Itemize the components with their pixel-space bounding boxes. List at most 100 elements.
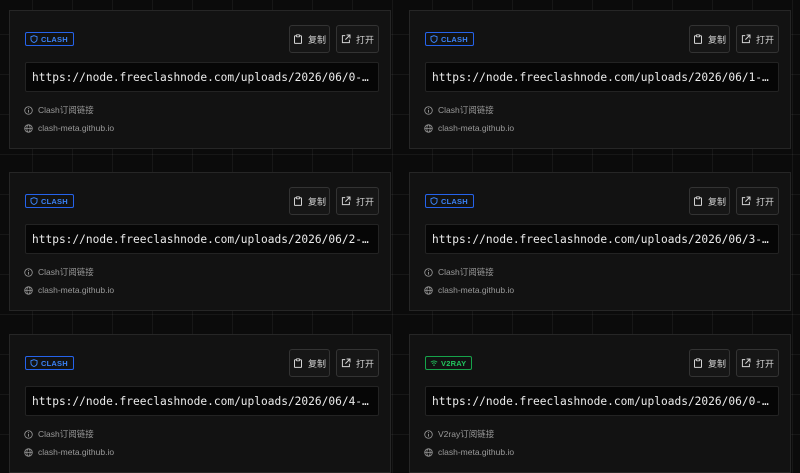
subscription-url-field[interactable]: https://node.freeclashnode.com/uploads/2… xyxy=(25,62,379,92)
subscription-url-field[interactable]: https://node.freeclashnode.com/uploads/2… xyxy=(425,386,779,416)
clash-badge: CLASH xyxy=(425,32,474,46)
globe-icon xyxy=(424,123,433,133)
subscription-url-field[interactable]: https://node.freeclashnode.com/uploads/2… xyxy=(425,62,779,92)
copy-label: 复制 xyxy=(307,196,326,207)
globe-icon xyxy=(24,123,33,133)
subscription-card: CLASH 复制 打开 https://node.freeclashnode.c… xyxy=(409,172,791,311)
external-link-icon xyxy=(341,34,351,44)
external-link-icon xyxy=(741,358,751,368)
external-link-icon xyxy=(741,34,751,44)
subscription-card: CLASH 复制 打开 https://node.freeclashnode.c… xyxy=(9,334,391,473)
description-text: Clash订阅链接 xyxy=(38,105,94,115)
v2ray-badge: V2RAY xyxy=(425,356,473,370)
wifi-icon xyxy=(430,360,438,366)
clipboard-icon xyxy=(693,358,702,368)
clash-badge: CLASH xyxy=(25,194,74,208)
description-text: Clash订阅链接 xyxy=(38,429,94,439)
subscription-description: Clash订阅链接 xyxy=(424,266,494,278)
subscription-card: CLASH 复制 打开 https://node.freeclashnode.c… xyxy=(409,10,791,149)
host-text: clash-meta.github.io xyxy=(38,285,115,295)
open-button[interactable]: 打开 xyxy=(336,25,379,53)
info-icon xyxy=(24,429,33,439)
subscription-description: Clash订阅链接 xyxy=(24,104,94,116)
copy-label: 复制 xyxy=(707,196,726,207)
shield-icon xyxy=(30,197,38,205)
subscription-card: V2RAY 复制 打开 https://node.freeclashnode.c… xyxy=(409,334,791,473)
badge-label: CLASH xyxy=(41,34,68,44)
copy-button[interactable]: 复制 xyxy=(689,187,730,215)
external-link-icon xyxy=(341,196,351,206)
badge-label: CLASH xyxy=(441,196,468,206)
copy-label: 复制 xyxy=(307,358,326,369)
subscription-description: Clash订阅链接 xyxy=(24,266,94,278)
subscription-url-field[interactable]: https://node.freeclashnode.com/uploads/2… xyxy=(25,224,379,254)
subscription-url: https://node.freeclashnode.com/uploads/2… xyxy=(432,70,772,84)
shield-icon xyxy=(30,35,38,43)
open-label: 打开 xyxy=(755,196,774,207)
clipboard-icon xyxy=(293,34,302,44)
open-label: 打开 xyxy=(755,358,774,369)
host-text: clash-meta.github.io xyxy=(438,123,515,133)
copy-button[interactable]: 复制 xyxy=(289,349,330,377)
open-label: 打开 xyxy=(755,34,774,45)
open-button[interactable]: 打开 xyxy=(736,187,779,215)
badge-label: CLASH xyxy=(41,358,68,368)
clash-badge: CLASH xyxy=(25,356,74,370)
clipboard-icon xyxy=(693,34,702,44)
clash-badge: CLASH xyxy=(25,32,74,46)
copy-button[interactable]: 复制 xyxy=(689,25,730,53)
info-icon xyxy=(24,105,33,115)
info-icon xyxy=(424,105,433,115)
description-text: Clash订阅链接 xyxy=(438,267,494,277)
subscription-card: CLASH 复制 打开 https://node.freeclashnode.c… xyxy=(9,10,391,149)
open-label: 打开 xyxy=(355,34,374,45)
description-text: Clash订阅链接 xyxy=(38,267,94,277)
subscription-url: https://node.freeclashnode.com/uploads/2… xyxy=(32,232,372,246)
open-button[interactable]: 打开 xyxy=(736,25,779,53)
info-icon xyxy=(424,267,433,277)
globe-icon xyxy=(24,285,33,295)
open-button[interactable]: 打开 xyxy=(336,349,379,377)
clipboard-icon xyxy=(293,358,302,368)
copy-button[interactable]: 复制 xyxy=(289,187,330,215)
subscription-description: Clash订阅链接 xyxy=(24,428,94,440)
copy-button[interactable]: 复制 xyxy=(289,25,330,53)
open-label: 打开 xyxy=(355,358,374,369)
subscription-url: https://node.freeclashnode.com/uploads/2… xyxy=(32,70,372,84)
globe-icon xyxy=(424,447,433,457)
open-button[interactable]: 打开 xyxy=(336,187,379,215)
copy-label: 复制 xyxy=(707,34,726,45)
external-link-icon xyxy=(341,358,351,368)
clipboard-icon xyxy=(293,196,302,206)
copy-label: 复制 xyxy=(307,34,326,45)
subscription-description: Clash订阅链接 xyxy=(424,104,494,116)
shield-icon xyxy=(30,359,38,367)
subscription-url: https://node.freeclashnode.com/uploads/2… xyxy=(432,394,772,408)
open-label: 打开 xyxy=(355,196,374,207)
subscription-card: CLASH 复制 打开 https://node.freeclashnode.c… xyxy=(9,172,391,311)
subscription-grid: CLASH 复制 打开 https://node.freeclashnode.c… xyxy=(0,0,800,473)
subscription-host: clash-meta.github.io xyxy=(24,285,114,295)
subscription-url-field[interactable]: https://node.freeclashnode.com/uploads/2… xyxy=(425,224,779,254)
host-text: clash-meta.github.io xyxy=(438,447,515,457)
subscription-url: https://node.freeclashnode.com/uploads/2… xyxy=(32,394,372,408)
badge-label: CLASH xyxy=(41,196,68,206)
open-button[interactable]: 打开 xyxy=(736,349,779,377)
subscription-url: https://node.freeclashnode.com/uploads/2… xyxy=(432,232,772,246)
host-text: clash-meta.github.io xyxy=(438,285,515,295)
external-link-icon xyxy=(741,196,751,206)
subscription-host: clash-meta.github.io xyxy=(24,123,114,133)
subscription-url-field[interactable]: https://node.freeclashnode.com/uploads/2… xyxy=(25,386,379,416)
info-icon xyxy=(24,267,33,277)
copy-label: 复制 xyxy=(707,358,726,369)
shield-icon xyxy=(430,35,438,43)
host-text: clash-meta.github.io xyxy=(38,123,115,133)
copy-button[interactable]: 复制 xyxy=(689,349,730,377)
host-text: clash-meta.github.io xyxy=(38,447,115,457)
badge-label: CLASH xyxy=(441,34,468,44)
info-icon xyxy=(424,429,433,439)
clash-badge: CLASH xyxy=(425,194,474,208)
badge-label: V2RAY xyxy=(441,358,467,368)
shield-icon xyxy=(430,197,438,205)
subscription-description: V2ray订阅链接 xyxy=(424,428,494,440)
